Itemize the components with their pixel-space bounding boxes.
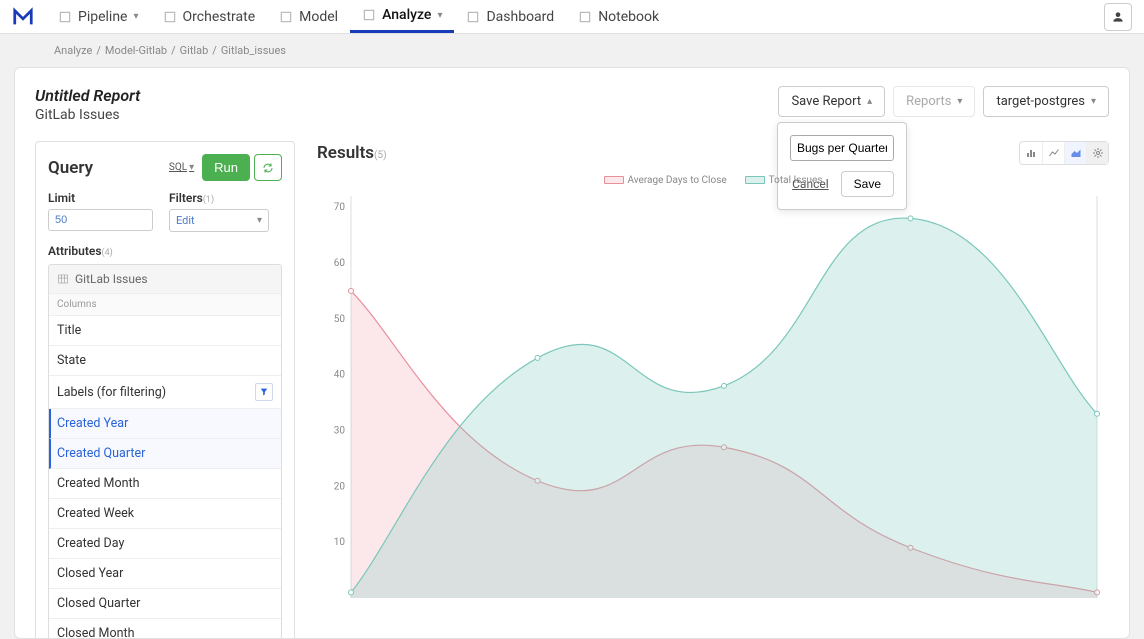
query-heading: Query: [48, 158, 93, 178]
nav-pipeline[interactable]: Pipeline▾: [46, 0, 151, 33]
user-icon: [1111, 10, 1125, 24]
attribute-item[interactable]: Created Week: [49, 499, 281, 529]
results-panel: Results(5) Average Days to Close Total Is…: [317, 141, 1109, 615]
reports-dropdown[interactable]: Reports ▾: [893, 86, 975, 117]
svg-text:40: 40: [334, 370, 346, 381]
breadcrumb-link[interactable]: Gitlab: [180, 44, 209, 57]
notebook-icon: [578, 10, 592, 24]
save-report-button[interactable]: Save Report ▴: [778, 86, 885, 117]
nav-analyze[interactable]: Analyze▾: [350, 0, 454, 33]
breadcrumb: Analyze/Model-Gitlab/Gitlab/Gitlab_issue…: [0, 34, 1144, 67]
refresh-icon: [262, 162, 274, 174]
logo: [12, 6, 34, 28]
save-report-label: Save Report: [791, 94, 861, 109]
target-label: target-postgres: [996, 94, 1085, 109]
reports-label: Reports: [906, 94, 951, 109]
analyze-icon: [362, 8, 376, 22]
nav-model[interactable]: Model: [267, 0, 350, 33]
columns-subheader: Columns: [49, 294, 281, 316]
report-title: Untitled Report: [35, 86, 140, 105]
attribute-item[interactable]: Created Year: [49, 409, 281, 439]
results-heading: Results(5): [317, 143, 387, 163]
top-nav-bar: Pipeline▾OrchestrateModelAnalyze▾Dashboa…: [0, 0, 1144, 34]
svg-text:50: 50: [334, 314, 346, 325]
report-header: Untitled Report GitLab Issues Save Repor…: [35, 86, 1109, 123]
chart-settings-tool[interactable]: [1086, 142, 1108, 164]
chart-area: Average Days to Close Total Issues 10 20 30…: [317, 175, 1109, 615]
svg-text:30: 30: [334, 426, 346, 437]
attribute-item[interactable]: Closed Quarter: [49, 589, 281, 619]
sql-link[interactable]: SQL▾: [169, 162, 194, 173]
line-chart-tool[interactable]: [1042, 142, 1064, 164]
chevron-down-icon: ▾: [437, 10, 442, 21]
report-name-input[interactable]: [790, 135, 894, 161]
svg-text:10: 10: [334, 537, 346, 548]
attributes-box: GitLab Issues Columns TitleStateLabels (…: [48, 264, 282, 639]
legend-item: Total Issues: [745, 175, 823, 186]
chevron-down-icon: ▾: [957, 96, 962, 107]
chart-type-toolbar: [1019, 141, 1109, 165]
attribute-item[interactable]: Title: [49, 316, 281, 346]
attributes-label: Attributes(4): [48, 244, 282, 258]
filter-icon[interactable]: [255, 383, 273, 401]
nav-orchestrate[interactable]: Orchestrate: [151, 0, 268, 33]
attributes-source: GitLab Issues: [49, 265, 281, 294]
query-panel: Query SQL▾ Run Limit Fil: [35, 141, 295, 639]
attribute-item[interactable]: Created Quarter: [49, 439, 281, 469]
area-chart-tool[interactable]: [1064, 142, 1086, 164]
refresh-button[interactable]: [254, 154, 282, 181]
chart-legend: Average Days to Close Total Issues: [317, 175, 1109, 186]
limit-input[interactable]: [48, 209, 153, 231]
svg-text:60: 60: [334, 258, 346, 269]
attribute-item[interactable]: Closed Year: [49, 559, 281, 589]
chevron-up-icon: ▴: [867, 96, 872, 107]
report-subtitle: GitLab Issues: [35, 107, 140, 123]
nav-notebook[interactable]: Notebook: [566, 0, 671, 33]
breadcrumb-link[interactable]: Analyze: [54, 44, 92, 57]
orchestrate-icon: [163, 10, 177, 24]
chevron-down-icon: ▾: [134, 11, 139, 22]
attribute-item[interactable]: Created Day: [49, 529, 281, 559]
model-icon: [279, 10, 293, 24]
main-card: Untitled Report GitLab Issues Save Repor…: [14, 67, 1130, 639]
legend-item: Average Days to Close: [604, 175, 727, 186]
attribute-item[interactable]: State: [49, 346, 281, 376]
run-button[interactable]: Run: [202, 154, 250, 181]
attribute-item[interactable]: Labels (for filtering): [49, 376, 281, 409]
chevron-down-icon: ▾: [1091, 96, 1096, 107]
user-menu-button[interactable]: [1104, 3, 1132, 31]
dashboard-icon: [466, 10, 480, 24]
breadcrumb-link[interactable]: Model-Gitlab: [105, 44, 167, 57]
pipeline-icon: [58, 10, 72, 24]
table-icon: [57, 273, 69, 285]
svg-text:70: 70: [334, 202, 346, 213]
gear-icon: [1092, 147, 1104, 159]
target-select[interactable]: target-postgres ▾: [983, 86, 1109, 117]
attribute-item[interactable]: Closed Month: [49, 619, 281, 639]
filters-label: Filters(1): [169, 191, 269, 205]
svg-text:20: 20: [334, 481, 346, 492]
nav-dashboard[interactable]: Dashboard: [454, 0, 566, 33]
filters-edit-select[interactable]: Edit▾: [169, 209, 269, 232]
bar-chart-tool[interactable]: [1020, 142, 1042, 164]
breadcrumb-link[interactable]: Gitlab_issues: [221, 44, 286, 57]
area-chart: 10 20 30 40 50 60 70: [317, 190, 1109, 610]
attribute-item[interactable]: Created Month: [49, 469, 281, 499]
limit-label: Limit: [48, 191, 153, 205]
